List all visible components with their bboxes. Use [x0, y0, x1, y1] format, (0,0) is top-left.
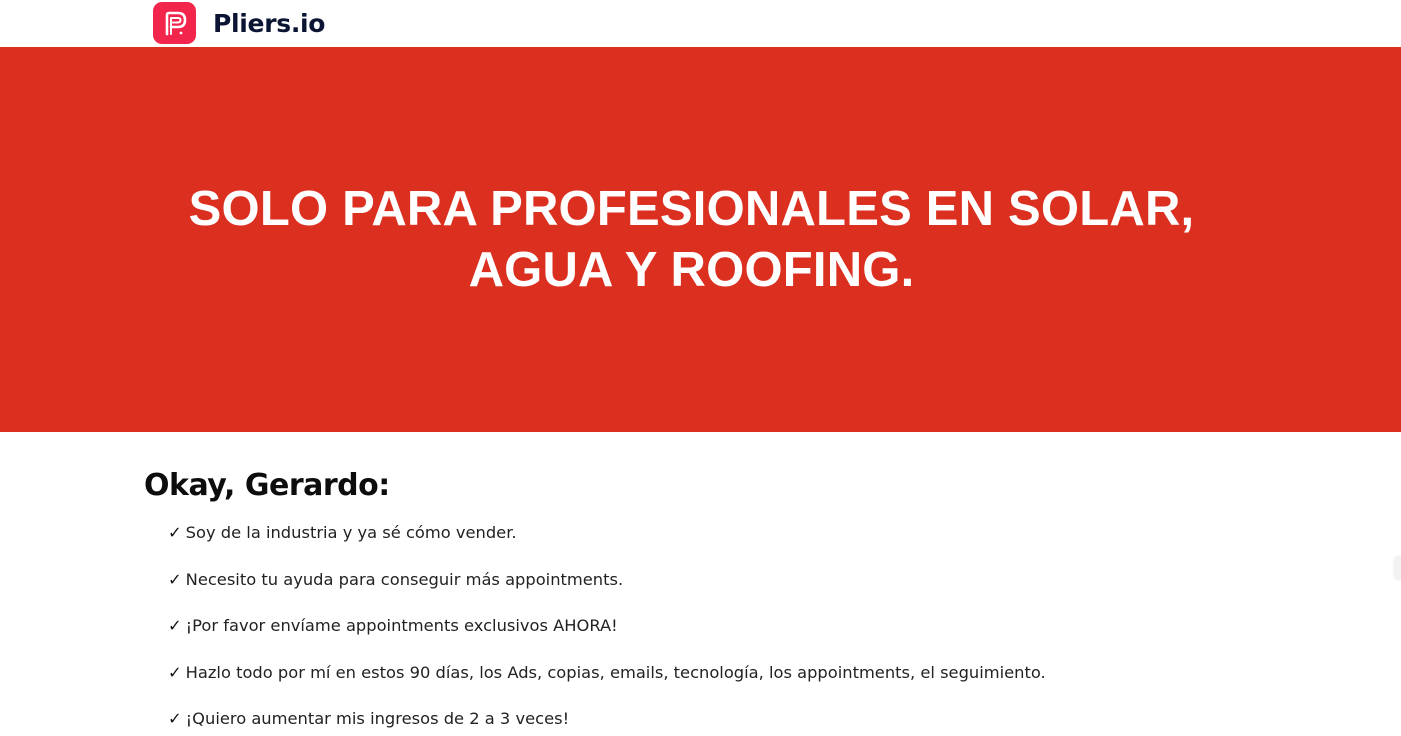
- pliers-logo-icon: [153, 2, 196, 44]
- floating-side-tab[interactable]: [1395, 557, 1401, 579]
- checkmark-icon: ✓: [168, 662, 182, 682]
- checkmark-icon: ✓: [168, 616, 182, 635]
- main-content: Okay, Gerardo: ✓ Soy de la industria y ya…: [144, 462, 1244, 736]
- brand-logo-link[interactable]: Pliers.io: [153, 2, 325, 44]
- checklist-item-text: Soy de la industria y ya sé cómo vender.: [185, 523, 517, 542]
- checklist-item-text: Hazlo todo por mí en estos 90 días, los …: [185, 662, 1046, 682]
- hero-banner: SOLO PARA PROFESIONALES EN SOLAR, AGUA Y…: [0, 47, 1401, 432]
- hero-title: SOLO PARA PROFESIONALES EN SOLAR, AGUA Y…: [188, 181, 1195, 297]
- benefits-checklist: ✓ Soy de la industria y ya sé cómo vender…: [144, 520, 1244, 736]
- checklist-item: ✓ Soy de la industria y ya sé cómo vender…: [168, 520, 1244, 567]
- checklist-item: ✓ ¡Por favor envíame appointments exclusi…: [168, 613, 1244, 660]
- checklist-item-text: Necesito tu ayuda para conseguir más app…: [185, 569, 624, 589]
- checklist-item: ✓ ¡Quiero aumentar mis ingresos de 2 a 3 …: [168, 706, 1244, 736]
- checklist-item-text: ¡Por favor envíame appointments exclusiv…: [185, 616, 618, 635]
- brand-name: Pliers.io: [213, 8, 326, 38]
- top-header: Pliers.io: [0, 0, 1401, 47]
- checklist-item: ✓ Necesito tu ayuda para conseguir más ap…: [168, 567, 1244, 614]
- checkmark-icon: ✓: [168, 523, 182, 542]
- checklist-item-text: ¡Quiero aumentar mis ingresos de 2 a 3 v…: [185, 709, 570, 728]
- checkmark-icon: ✓: [168, 709, 182, 728]
- checkmark-icon: ✓: [168, 569, 182, 589]
- greeting-heading: Okay, Gerardo:: [144, 468, 390, 503]
- checklist-item: ✓ Hazlo todo por mí en estos 90 días, los…: [168, 660, 1244, 707]
